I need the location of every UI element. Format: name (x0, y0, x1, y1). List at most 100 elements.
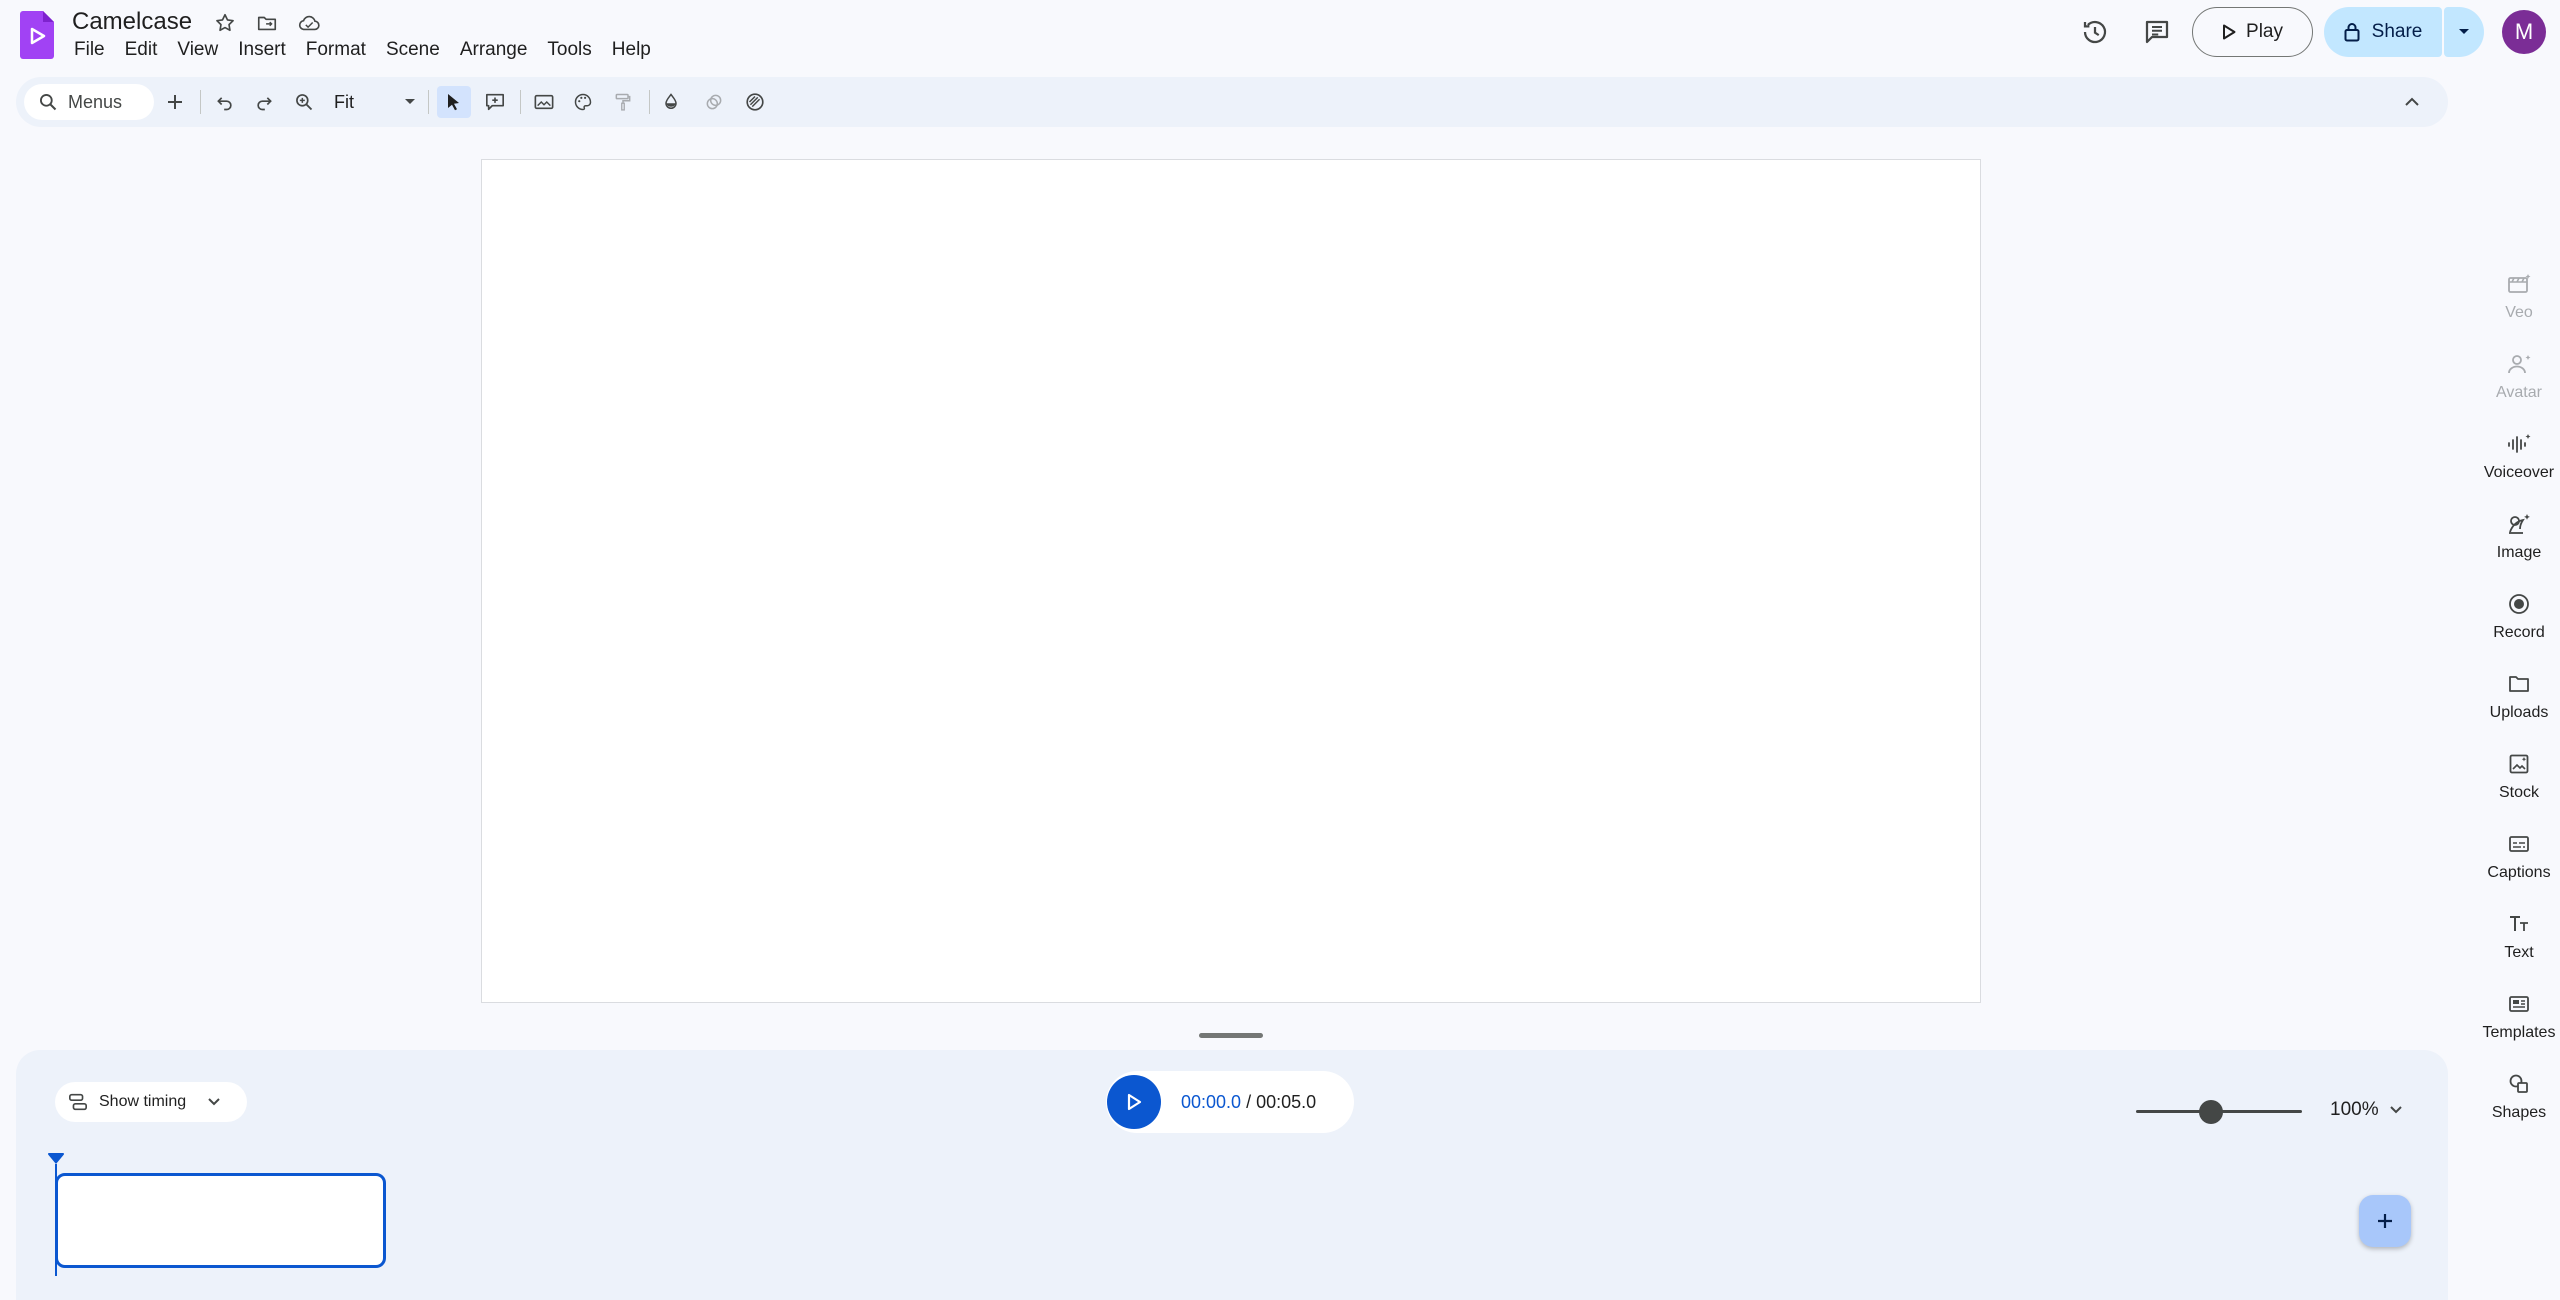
side-item-avatar[interactable]: Avatar (2478, 352, 2560, 402)
zoom-select-value: Fit (334, 91, 354, 112)
side-item-image[interactable]: Image (2478, 512, 2560, 562)
search-label: Menus (68, 91, 123, 112)
undo-icon (217, 97, 232, 111)
play-icon (1127, 1093, 1142, 1111)
avatar[interactable]: M (2502, 10, 2546, 54)
menu-insert[interactable]: Insert (228, 37, 296, 63)
share-button[interactable]: Share (2324, 7, 2442, 57)
cursor-icon (448, 94, 459, 111)
menu-bar: File Edit View Insert Format Scene Arran… (64, 36, 661, 64)
select-tool-button[interactable] (437, 86, 471, 118)
fill-drop-icon (665, 93, 677, 109)
caret-down-icon (2459, 29, 2469, 34)
toolbar-divider (428, 90, 429, 114)
opacity-button[interactable] (697, 86, 731, 118)
side-label-uploads: Uploads (2489, 704, 2549, 721)
menu-edit[interactable]: Edit (115, 37, 168, 63)
menu-scene[interactable]: Scene (376, 37, 450, 63)
show-timing-button[interactable]: Show timing (55, 1082, 247, 1122)
side-item-veo[interactable]: Veo (2478, 272, 2560, 322)
text-icon (2510, 916, 2528, 931)
folder-icon (2509, 676, 2529, 692)
background-icon (534, 94, 554, 110)
caret-down-icon (405, 99, 415, 104)
opacity-icon (706, 94, 722, 110)
timeline-play-button[interactable] (1107, 1075, 1161, 1129)
effects-button[interactable] (738, 86, 772, 118)
side-label-text: Text (2504, 944, 2534, 961)
menu-format[interactable]: Format (296, 37, 376, 63)
history-icon (2083, 20, 2107, 44)
side-item-shapes[interactable]: Shapes (2478, 1072, 2560, 1122)
cloud-saved-icon[interactable] (294, 10, 324, 36)
voiceover-icon (2508, 434, 2531, 453)
side-item-record[interactable]: Record (2478, 592, 2560, 642)
move-folder-icon[interactable] (252, 10, 282, 36)
menus-search[interactable]: Menus (24, 84, 154, 120)
menu-tools[interactable]: Tools (537, 37, 601, 63)
text-box-button[interactable] (478, 86, 512, 118)
comments-button[interactable] (2133, 8, 2181, 56)
timing-icon (69, 1093, 87, 1111)
side-item-voiceover[interactable]: Voiceover (2478, 432, 2560, 482)
side-item-uploads[interactable]: Uploads (2478, 672, 2560, 722)
menu-file[interactable]: File (64, 37, 115, 63)
play-icon (2223, 24, 2236, 40)
scene-clip[interactable] (55, 1173, 386, 1268)
side-item-templates[interactable]: Templates (2478, 992, 2560, 1042)
background-button[interactable] (527, 86, 561, 118)
collapse-toolbar-button[interactable] (2388, 78, 2436, 126)
templates-icon (2509, 996, 2529, 1012)
menu-help[interactable]: Help (602, 37, 661, 63)
side-label-veo: Veo (2505, 304, 2533, 321)
side-label-templates: Templates (2482, 1024, 2556, 1041)
fill-color-button[interactable] (654, 86, 688, 118)
zoom-button[interactable] (287, 86, 321, 118)
new-scene-button[interactable] (158, 86, 192, 118)
menu-view[interactable]: View (167, 37, 228, 63)
veo-icon (2508, 274, 2531, 293)
plus-icon (2378, 1214, 2392, 1228)
document-title[interactable]: Camelcase (72, 7, 192, 37)
search-icon (40, 94, 57, 111)
redo-button[interactable] (247, 86, 281, 118)
toolbar-divider (649, 90, 650, 114)
undo-button[interactable] (208, 86, 242, 118)
side-item-text[interactable]: Text (2478, 912, 2560, 962)
app-logo[interactable] (20, 11, 54, 59)
play-button[interactable]: Play (2192, 7, 2313, 57)
shapes-icon (2509, 1074, 2528, 1093)
timeline-resize-handle[interactable] (1199, 1033, 1263, 1038)
add-scene-button[interactable] (2359, 1195, 2411, 1247)
side-item-captions[interactable]: Captions (2478, 832, 2560, 882)
chevron-up-icon (2405, 97, 2419, 106)
time-separator: / (1246, 1091, 1252, 1112)
total-time: 00:05.0 (1256, 1091, 1317, 1112)
record-icon (2509, 594, 2529, 614)
add-text-box-icon (486, 93, 504, 111)
plus-icon (168, 95, 182, 109)
chevron-down-icon (2389, 1106, 2402, 1114)
share-dropdown-button[interactable] (2444, 7, 2484, 57)
paint-format-button[interactable] (606, 86, 640, 118)
stock-icon (2509, 754, 2529, 774)
menu-arrange[interactable]: Arrange (450, 37, 538, 63)
timeline-zoom-select[interactable]: 100% (2330, 1090, 2403, 1130)
zoom-select[interactable]: Fit (330, 86, 420, 118)
time-readout: 00:00.0 / 00:05.0 (1181, 1092, 1316, 1113)
chevron-down-icon (208, 1098, 220, 1106)
version-history-button[interactable] (2071, 8, 2119, 56)
redo-icon (257, 97, 272, 111)
share-label: Share (2371, 21, 2423, 42)
image-icon (2509, 514, 2530, 534)
side-label-record: Record (2493, 624, 2545, 641)
side-label-captions: Captions (2487, 864, 2551, 881)
theme-button[interactable] (566, 86, 600, 118)
lock-icon (2344, 23, 2360, 42)
star-icon[interactable] (210, 10, 240, 36)
slider-thumb[interactable] (2198, 1100, 2223, 1124)
scene-canvas[interactable] (481, 159, 1981, 1003)
side-item-stock[interactable]: Stock (2478, 752, 2560, 802)
effects-icon (746, 93, 764, 111)
timeline-zoom-slider[interactable] (2136, 1100, 2302, 1124)
